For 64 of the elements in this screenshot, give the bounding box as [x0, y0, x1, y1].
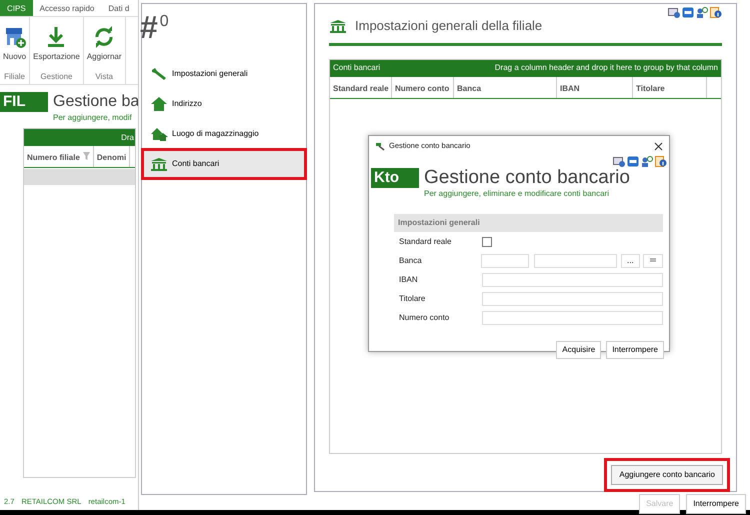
- wrench-icon: [150, 67, 168, 81]
- input-field[interactable]: [482, 310, 663, 324]
- app-icon: [375, 141, 385, 151]
- houses-icon: [150, 126, 168, 142]
- list-button[interactable]: [643, 254, 663, 268]
- group-hint: Dra: [121, 132, 134, 144]
- close-icon[interactable]: [654, 142, 663, 150]
- field-label: Banca: [399, 254, 423, 266]
- users-icon[interactable]: [696, 7, 708, 18]
- page-title: Gestione ba: [53, 92, 140, 112]
- nav-item[interactable]: Impostazioni generali: [142, 59, 306, 89]
- group-label: Vista: [95, 71, 113, 83]
- footer-button[interactable]: Interrompere: [686, 494, 746, 514]
- module-badge: FIL: [0, 92, 48, 112]
- ribbon-button[interactable]: Aggiornar: [86, 17, 122, 65]
- column-header[interactable]: Numero filiale: [24, 146, 94, 167]
- window-icon[interactable]: [627, 156, 639, 167]
- input-field[interactable]: [480, 254, 528, 268]
- info-icon[interactable]: [710, 7, 722, 18]
- grid-title: Conti bancari: [333, 62, 380, 74]
- hash-symbol: #: [140, 12, 158, 42]
- store-icon: [4, 26, 26, 48]
- module-badge: Kto: [371, 168, 419, 188]
- column-header[interactable]: Numero conto: [392, 76, 454, 98]
- refresh-icon: [93, 26, 116, 48]
- house-icon: [150, 96, 168, 112]
- ribbon-tab[interactable]: CIPS: [0, 0, 33, 16]
- column-header[interactable]: Standard reale: [330, 76, 392, 98]
- dialog-button[interactable]: Acquisire: [556, 341, 602, 359]
- column-header[interactable]: Titolare: [633, 76, 707, 98]
- list-icon: [650, 258, 656, 263]
- field-label: Standard reale: [399, 236, 452, 248]
- field-label: Titolare: [399, 292, 426, 304]
- dialog-button[interactable]: Interrompere: [606, 341, 664, 359]
- group-label: Filiale: [4, 71, 26, 83]
- input-field[interactable]: [482, 272, 663, 286]
- group-label: Gestione: [40, 71, 72, 83]
- input-field[interactable]: [482, 292, 663, 306]
- nav-item[interactable]: Luogo di magazzinaggio: [142, 119, 306, 149]
- nav-item[interactable]: Indirizzo: [142, 89, 306, 119]
- bank-icon: [329, 18, 347, 33]
- field-label: Numero conto: [399, 312, 450, 324]
- nav-item[interactable]: Conti bancari: [142, 149, 306, 179]
- record-number: 0: [160, 12, 169, 32]
- group-header: Impostazioni generali: [394, 214, 663, 232]
- browse-button[interactable]: ...: [620, 254, 640, 268]
- field-label: IBAN: [399, 274, 419, 286]
- section-title: Impostazioni generali della filiale: [355, 17, 542, 35]
- column-header[interactable]: IBAN: [557, 76, 633, 98]
- users-icon[interactable]: [641, 156, 653, 167]
- bank-icon: [150, 157, 168, 171]
- page-subtitle: Per aggiungere, modif: [53, 112, 133, 124]
- checkbox[interactable]: [482, 236, 492, 246]
- window-icon[interactable]: [682, 7, 694, 18]
- info-icon[interactable]: [655, 156, 667, 167]
- column-header[interactable]: Denomi: [94, 146, 130, 167]
- group-hint: Drag a column header and drop it here to group by that column: [494, 62, 718, 74]
- input-field[interactable]: [534, 254, 616, 268]
- dialog-heading: Gestione conto bancario: [424, 168, 630, 188]
- add-account-button[interactable]: Aggiungere conto bancario: [611, 464, 723, 484]
- ribbon-button[interactable]: Nuovo: [3, 17, 26, 65]
- ribbon-button[interactable]: Esportazione: [33, 17, 80, 65]
- dialog-subtitle: Per aggiungere, eliminare e modificare conti bancari: [424, 188, 610, 200]
- column-header[interactable]: Banca: [454, 76, 557, 98]
